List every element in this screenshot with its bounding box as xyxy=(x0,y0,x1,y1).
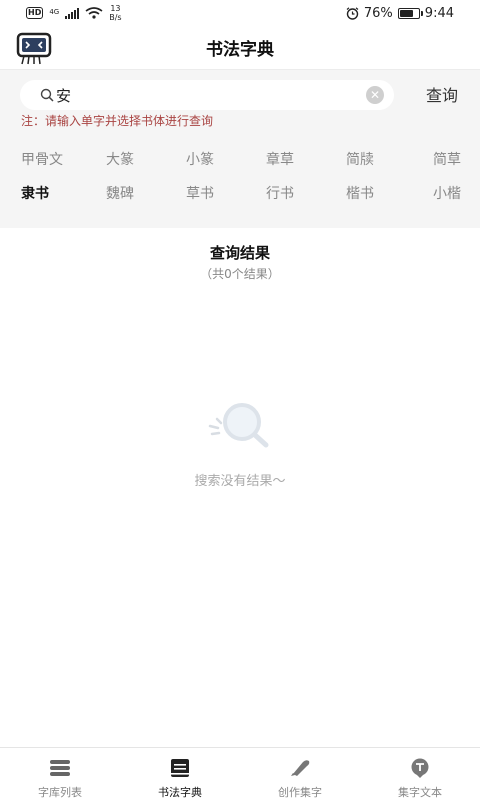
results-header: 查询结果 （共0个结果） xyxy=(0,242,480,282)
page-title: 书法字典 xyxy=(206,40,274,60)
robot-mascot-icon[interactable] xyxy=(14,32,54,66)
nav-item-calligraphy-dictionary[interactable]: 书法字典 xyxy=(120,748,240,800)
style-row-1: 甲骨文 大篆 小篆 章草 简牍 简草 xyxy=(0,142,480,176)
query-button[interactable]: 查询 xyxy=(416,82,468,106)
style-option[interactable]: 魏碑 xyxy=(80,183,160,203)
nav-label: 书法字典 xyxy=(158,786,202,799)
style-option[interactable]: 甲骨文 xyxy=(0,149,80,169)
battery-level xyxy=(399,9,414,17)
nav-label: 字库列表 xyxy=(38,786,82,799)
nav-item-collection-text[interactable]: 集字文本 xyxy=(360,748,480,800)
layers-icon xyxy=(50,760,70,776)
nav-item-create-collection[interactable]: 创作集字 xyxy=(240,748,360,800)
book-icon xyxy=(171,759,189,777)
alarm-icon xyxy=(346,6,359,20)
input-hint: 注：请输入单字并选择书体进行查询 xyxy=(21,114,214,128)
clock: 9:44 xyxy=(424,5,454,21)
search-box[interactable]: ✕ xyxy=(20,80,394,110)
script-style-selector: 甲骨文 大篆 小篆 章草 简牍 简草 隶书 魏碑 草书 行书 楷书 小楷 xyxy=(0,142,480,210)
style-option[interactable]: 小篆 xyxy=(160,149,240,169)
text-bubble-icon xyxy=(411,758,429,778)
nav-label: 创作集字 xyxy=(278,786,322,799)
empty-state: 搜索没有结果～ xyxy=(0,398,480,489)
wifi-icon xyxy=(85,7,103,19)
search-input[interactable] xyxy=(56,86,366,104)
style-option[interactable]: 草书 xyxy=(160,183,240,203)
results-title: 查询结果 xyxy=(209,244,270,262)
search-panel: ✕ 查询 注：请输入单字并选择书体进行查询 甲骨文 大篆 小篆 章草 简牍 简草… xyxy=(0,70,480,228)
empty-message: 搜索没有结果～ xyxy=(194,474,286,489)
battery-icon xyxy=(397,7,423,19)
empty-search-icon xyxy=(208,403,269,448)
hd-badge: HD xyxy=(26,7,44,19)
signal-icon xyxy=(65,7,80,19)
style-option[interactable]: 大篆 xyxy=(80,149,160,169)
status-bar: HD 4G 13 B/s 76% 9:44 xyxy=(0,0,480,26)
style-option[interactable]: 楷书 xyxy=(320,183,400,203)
net-speed: 13 B/s xyxy=(109,4,122,22)
search-icon xyxy=(40,88,54,102)
results-count: （共0个结果） xyxy=(200,267,280,281)
style-option[interactable]: 简牍 xyxy=(320,149,400,169)
style-option[interactable]: 简草 xyxy=(400,149,480,169)
battery-percent: 76% xyxy=(363,5,393,21)
nav-label: 集字文本 xyxy=(398,786,442,799)
brush-icon xyxy=(291,760,310,776)
bottom-nav: 字库列表 书法字典 创作集字 集字文本 xyxy=(0,747,480,800)
style-option[interactable]: 行书 xyxy=(240,183,320,203)
clear-icon[interactable]: ✕ xyxy=(366,86,384,104)
style-row-2: 隶书 魏碑 草书 行书 楷书 小楷 xyxy=(0,176,480,210)
nav-item-font-library[interactable]: 字库列表 xyxy=(0,748,120,800)
style-option[interactable]: 小楷 xyxy=(400,183,480,203)
style-option[interactable]: 章草 xyxy=(240,149,320,169)
style-option[interactable]: 隶书 xyxy=(0,183,80,203)
app-header: 书法字典 xyxy=(0,26,480,70)
network-type: 4G xyxy=(49,8,60,16)
